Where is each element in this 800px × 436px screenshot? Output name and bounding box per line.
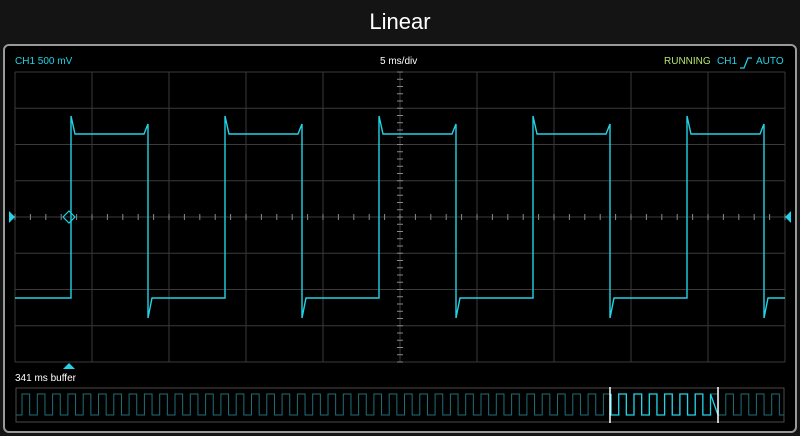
right-ground-marker[interactable] bbox=[785, 211, 791, 223]
buffer-waveform bbox=[16, 393, 784, 416]
buffer-visible-waveform bbox=[609, 393, 719, 416]
trigger-position-marker[interactable] bbox=[63, 363, 75, 369]
scope-canvas bbox=[9, 71, 791, 423]
buffer-label: 341 ms buffer bbox=[15, 373, 76, 384]
buffer-overview[interactable] bbox=[15, 387, 785, 423]
left-ground-marker[interactable] bbox=[9, 211, 15, 223]
